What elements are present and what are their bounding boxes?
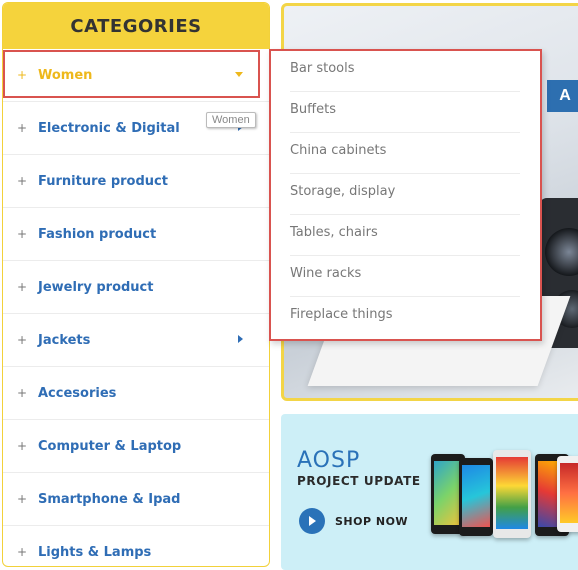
phone-image — [493, 450, 531, 538]
plus-icon: + — [16, 68, 28, 82]
category-item-jackets[interactable]: + Jackets — [3, 314, 269, 367]
plus-icon: + — [16, 492, 28, 506]
category-sidebar: CATEGORIES + Women + Electronic & Digita… — [2, 2, 270, 567]
submenu-item-storage-display[interactable]: Storage, display — [290, 174, 520, 215]
category-label: Lights & Lamps — [38, 544, 152, 560]
plus-icon: + — [16, 174, 28, 188]
category-item-electronic-digital[interactable]: + Electronic & Digital — [3, 102, 269, 155]
categories-title: CATEGORIES — [3, 3, 269, 49]
category-item-women[interactable]: + Women — [3, 49, 269, 102]
category-item-lights-lamps[interactable]: + Lights & Lamps — [3, 526, 269, 566]
aosp-promo-banner[interactable]: AOSP PROJECT UPDATE SHOP NOW — [281, 414, 578, 570]
submenu-item-china-cabinets[interactable]: China cabinets — [290, 133, 520, 174]
plus-icon: + — [16, 280, 28, 294]
category-label: Furniture product — [38, 173, 168, 189]
plus-icon: + — [16, 386, 28, 400]
submenu-item-fireplace-things[interactable]: Fireplace things — [290, 297, 520, 337]
category-label: Smartphone & Ipad — [38, 491, 181, 507]
category-item-computer-laptop[interactable]: + Computer & Laptop — [3, 420, 269, 473]
category-item-furniture-product[interactable]: + Furniture product — [3, 155, 269, 208]
category-label: Computer & Laptop — [38, 438, 182, 454]
shop-now-button[interactable]: SHOP NOW — [299, 508, 408, 534]
banner-tab: A — [547, 80, 578, 112]
category-label: Women — [38, 67, 93, 83]
submenu-item-wine-racks[interactable]: Wine racks — [290, 256, 520, 297]
category-label: Jewelry product — [38, 279, 154, 295]
plus-icon: + — [16, 439, 28, 453]
promo-subtitle: PROJECT UPDATE — [297, 474, 421, 488]
women-submenu: Bar stools Buffets China cabinets Storag… — [269, 49, 542, 341]
play-icon — [299, 508, 325, 534]
hover-tooltip: Women — [206, 112, 256, 128]
plus-icon: + — [16, 121, 28, 135]
submenu-item-buffets[interactable]: Buffets — [290, 92, 520, 133]
category-item-smartphone-ipad[interactable]: + Smartphone & Ipad — [3, 473, 269, 526]
caret-down-icon — [235, 72, 243, 77]
promo-title: AOSP — [297, 448, 361, 473]
plus-icon: + — [16, 333, 28, 347]
category-label: Accesories — [38, 385, 117, 401]
category-item-accesories[interactable]: + Accesories — [3, 367, 269, 420]
caret-right-icon — [238, 335, 243, 343]
category-item-jewelry-product[interactable]: + Jewelry product — [3, 261, 269, 314]
submenu-item-bar-stools[interactable]: Bar stools — [290, 51, 520, 92]
category-label: Jackets — [38, 332, 91, 348]
plus-icon: + — [16, 545, 28, 559]
plus-icon: + — [16, 227, 28, 241]
category-label: Electronic & Digital — [38, 120, 180, 136]
category-label: Fashion product — [38, 226, 157, 242]
submenu-item-tables-chairs[interactable]: Tables, chairs — [290, 215, 520, 256]
shop-now-label: SHOP NOW — [335, 514, 409, 528]
phone-image — [459, 458, 493, 536]
category-item-fashion-product[interactable]: + Fashion product — [3, 208, 269, 261]
phone-image — [557, 456, 578, 532]
